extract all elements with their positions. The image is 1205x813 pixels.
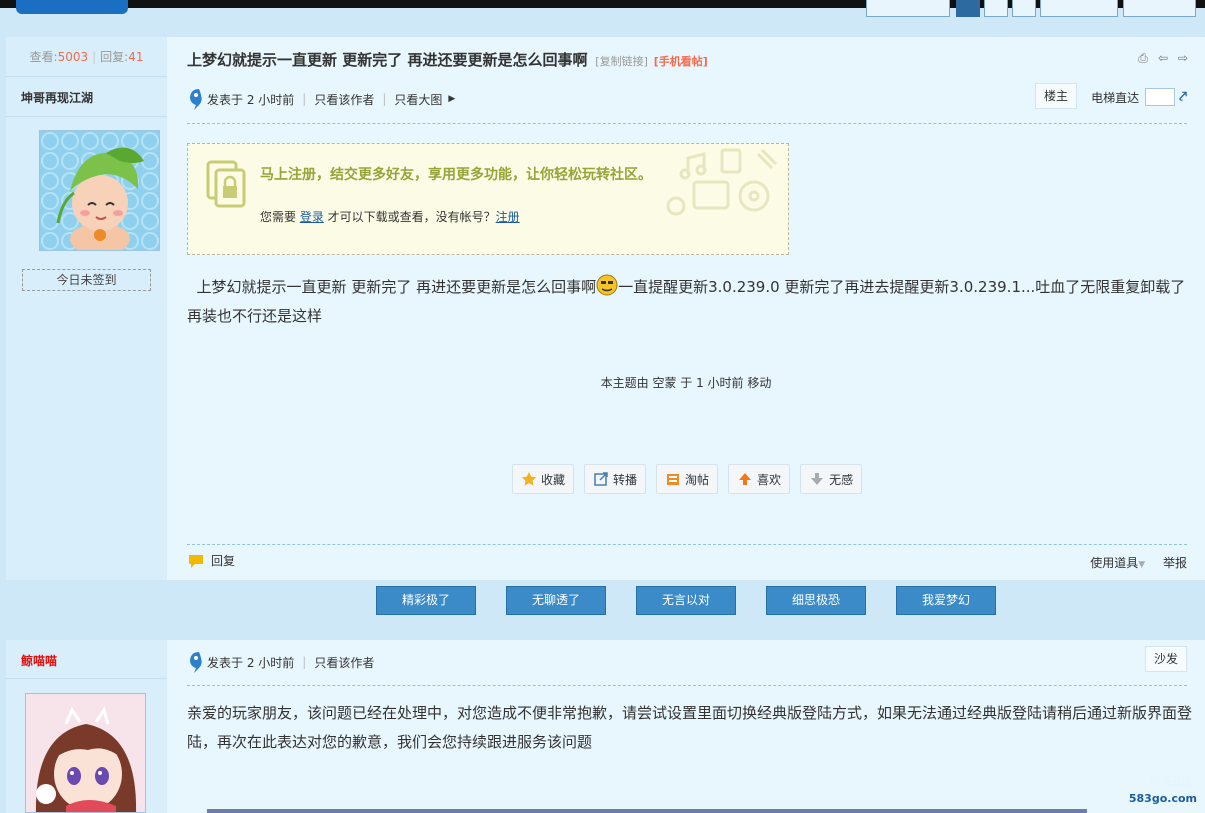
post-meta-2: 发表于 2 小时前 | 只看该作者 [187,650,374,674]
lock-icon [206,160,246,208]
floor-jump-go-icon[interactable]: ⤤ [1179,89,1187,105]
top-tab[interactable] [16,0,128,14]
triangle-right-icon: ▶ [448,94,456,104]
reaction-button-2[interactable]: 无聊透了 [506,586,606,615]
arrow-down-icon [811,473,824,485]
chevron-down-icon: ▼ [1138,560,1146,570]
post-time-2: 发表于 2 小时前 [207,655,295,670]
floor-label-2[interactable]: 沙发 [1144,646,1187,672]
post-main-2: 发表于 2 小时前 | 只看该作者 沙发 亲爱的玩家朋友，该问题已经在处理中，对… [167,640,1205,813]
title-icons: ⎙ ⇦ ⇨ [1135,51,1191,65]
page-button[interactable] [1012,0,1036,17]
arrow-up-icon [739,473,752,485]
checkin-status[interactable]: 今日未签到 [22,269,151,291]
moved-notice: 本主题由 空蒙 于 1 小时前 移动 [600,376,772,390]
floor-jump-label: 电梯直达 [1091,90,1140,105]
use-item-menu[interactable]: 使用道具 [1090,556,1138,570]
page-button[interactable] [984,0,1008,17]
register-notice-sub: 您需要 登录 才可以下载或查看，没有帐号？注册 [260,210,520,224]
print-icon[interactable]: ⎙ [1135,51,1151,65]
reaction-button-3[interactable]: 无言以对 [636,586,736,615]
page-button[interactable] [866,0,950,17]
media-decoration-icon [666,148,778,216]
views-count: 5003 [57,50,89,64]
author-name[interactable]: 坤哥再现江湖 [21,89,93,106]
author-name-2[interactable]: 鲸喵喵 [21,652,57,669]
share-button[interactable]: 转播 [584,464,647,494]
mobile-view-link[interactable]: [手机看帖] [654,55,708,68]
next-thread-icon[interactable]: ⇨ [1175,51,1191,65]
post-actions: 收藏 转播 淘帖 喜欢 无感 [512,464,863,494]
online-status-icon [190,89,202,110]
report-link[interactable]: 举报 [1163,556,1187,570]
prev-thread-icon[interactable]: ⇦ [1155,51,1171,65]
author-sidebar-2: 鲸喵喵 [6,640,167,813]
page-button[interactable] [1123,0,1196,17]
copy-link[interactable]: [复制链接] [595,55,648,68]
share-icon [594,472,608,486]
thread-title-row: 上梦幻就提示一直更新 更新完了 再进还要更新是怎么回事啊 [复制链接] [手机看… [187,49,708,70]
avatar-2[interactable] [25,693,146,813]
post-content: 上梦幻就提示一直更新 更新完了 再进还要更新是怎么回事啊 一直提醒更新3.0.2… [187,273,1192,331]
reply-bubble-icon [189,554,203,568]
register-link[interactable]: 注册 [496,210,520,224]
star-icon [521,472,537,486]
reply-link[interactable]: 回复 [187,552,235,569]
reaction-button-4[interactable]: 细思极恐 [766,586,866,615]
post-time: 发表于 2 小时前 [207,92,295,107]
thread-title: 上梦幻就提示一直更新 更新完了 再进还要更新是怎么回事啊 [187,51,588,69]
floor-label[interactable]: 楼主 [1034,83,1077,109]
login-link[interactable]: 登录 [300,210,324,224]
register-notice: 马上注册，结交更多好友，享用更多功能，让你轻松玩转社区。 您需要 登录 才可以下… [187,143,789,255]
collect-button[interactable]: 淘帖 [656,464,719,494]
only-author-link[interactable]: 只看该作者 [314,91,374,108]
big-image-link[interactable]: 只看大图 [394,91,442,108]
reaction-bar: 精彩极了 无聊透了 无言以对 细思极恐 我爱梦幻 [6,580,1205,640]
reaction-button-5[interactable]: 我爱梦幻 [896,586,996,615]
floor-jump: 电梯直达 ⤤ [1091,88,1187,106]
floor-jump-input[interactable] [1145,88,1176,106]
like-button[interactable]: 喜欢 [728,464,791,494]
avatar[interactable] [39,130,160,251]
reaction-button-1[interactable]: 精彩极了 [376,586,476,615]
page-button-current[interactable] [956,0,980,17]
post-meta: 发表于 2 小时前 | 只看该作者 | 只看大图 ▶ [187,87,455,111]
post-tools: 使用道具▼ 举报 [1090,554,1187,571]
avatar-image-2 [26,694,145,812]
site-watermark: 网吧三国 583go.com [1128,775,1197,805]
online-status-icon [190,652,202,673]
only-author-link-2[interactable]: 只看该作者 [314,654,374,671]
post-main: 上梦幻就提示一直更新 更新完了 再进还要更新是怎么回事啊 [复制链接] [手机看… [167,37,1205,580]
avatar-image [40,131,159,250]
favorite-button[interactable]: 收藏 [512,464,575,494]
thread-stats: 查看:5003 | 回复:41 [6,37,167,77]
post-content-2: 亲爱的玩家朋友，该问题已经在处理中，对您造成不便非常抱歉，请尝试设置里面切换经典… [187,704,1193,751]
tray-icon [667,474,680,485]
replies-count: 41 [128,50,144,64]
dislike-button[interactable]: 无感 [800,464,863,494]
emoji-icon [596,274,618,296]
register-notice-message: 马上注册，结交更多好友，享用更多功能，让你轻松玩转社区。 [260,167,652,183]
page-button[interactable] [1040,0,1118,17]
